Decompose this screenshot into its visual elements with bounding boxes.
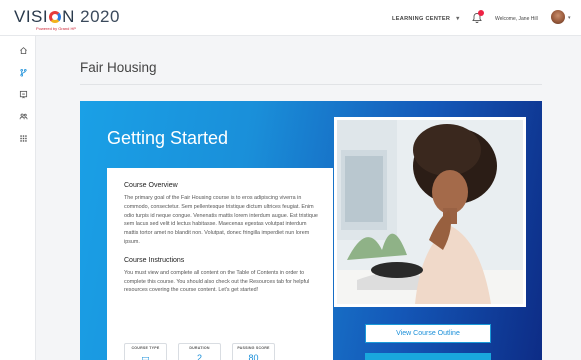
certificate-icon: [19, 90, 27, 98]
course-stats: COURSE TYPE ▭ DURATION 2 PASSING SCORE 8…: [124, 343, 275, 360]
stat-duration: DURATION 2: [178, 343, 221, 360]
app-logo[interactable]: VISI N 2020 Powered by Grand HP: [14, 8, 120, 31]
top-bar: VISI N 2020 Powered by Grand HP LEARNING …: [0, 0, 581, 36]
branch-icon: [19, 68, 27, 77]
stat-value: ▭: [141, 353, 150, 360]
users-icon: [19, 113, 28, 119]
chevron-down-icon: ▾: [456, 16, 460, 22]
sidebar-item-certificates[interactable]: [17, 88, 29, 100]
sidebar-item-users[interactable]: [17, 110, 29, 122]
hero-photo: [334, 117, 526, 307]
home-icon: [19, 46, 27, 54]
woman-at-computer-illustration: [337, 120, 523, 304]
welcome-text: Welcome, Jane Hill: [495, 16, 538, 22]
stat-value: 80: [248, 353, 259, 360]
logo-tagline: Powered by Grand HP: [36, 26, 77, 31]
stat-passing-score: PASSING SCORE 80: [232, 343, 275, 360]
learning-center-menu[interactable]: LEARNING CENTER ▾: [392, 15, 460, 22]
stat-value: 2: [196, 353, 202, 360]
avatar[interactable]: [551, 10, 565, 24]
notification-badge: [478, 10, 484, 16]
start-course-button[interactable]: [365, 353, 491, 360]
user-menu-chevron-icon[interactable]: ▾: [568, 15, 571, 21]
sidebar-item-apps[interactable]: [17, 132, 29, 144]
sidebar-item-home[interactable]: [17, 44, 29, 56]
stat-label: COURSE TYPE: [131, 346, 160, 350]
stat-label: DURATION: [189, 346, 210, 350]
stat-course-type: COURSE TYPE ▭: [124, 343, 167, 360]
view-course-outline-button[interactable]: View Course Outline: [365, 324, 491, 343]
stat-label: PASSING SCORE: [237, 346, 270, 350]
hero-title: Getting Started: [107, 128, 229, 148]
course-instructions-heading: Course Instructions: [124, 256, 185, 264]
learning-center-label: LEARNING CENTER: [392, 16, 451, 22]
grid-icon: [19, 134, 27, 142]
course-overview-text: The primary goal of the Fair Housing cou…: [124, 195, 318, 245]
logo-wordmark: VISI N 2020: [14, 7, 120, 26]
title-divider: [80, 84, 542, 85]
course-overview-heading: Course Overview: [124, 182, 178, 189]
sidebar: [0, 36, 36, 360]
course-overview-panel: Course Overview The primary goal of the …: [107, 168, 333, 360]
sidebar-item-courses[interactable]: [17, 66, 29, 78]
page-title: Fair Housing: [80, 60, 157, 75]
course-instructions-text: You must view and complete all content o…: [124, 269, 310, 294]
logo-ring-icon: [49, 11, 62, 23]
